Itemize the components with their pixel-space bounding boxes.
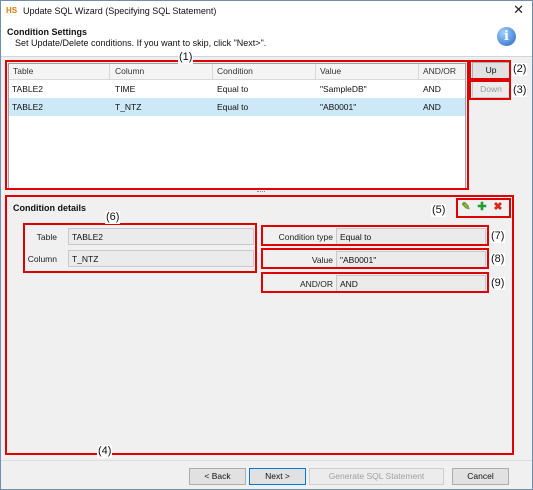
annotation-label-2: (2) (512, 63, 528, 76)
generate-sql-button[interactable]: Generate SQL Statement (309, 468, 444, 485)
info-icon: i (497, 27, 516, 46)
title-bar: HS Update SQL Wizard (Specifying SQL Sta… (1, 1, 532, 21)
cancel-button[interactable]: Cancel (452, 468, 509, 485)
page-subtitle: Set Update/Delete conditions. If you wan… (15, 38, 267, 48)
annotation-box-2 (469, 60, 511, 80)
window-title: Update SQL Wizard (Specifying SQL Statem… (23, 6, 217, 16)
header-panel: Condition Settings Set Update/Delete con… (1, 21, 532, 55)
back-button[interactable]: < Back (189, 468, 246, 485)
close-icon[interactable]: ✕ (513, 3, 524, 17)
annotation-box-1 (5, 60, 469, 190)
annotation-box-7 (261, 225, 489, 246)
annotation-label-1: (1) (178, 51, 194, 64)
annotation-label-5: (5) (431, 204, 447, 217)
annotation-box-3 (469, 80, 511, 100)
annotation-label-6: (6) (105, 211, 121, 224)
next-button[interactable]: Next > (249, 468, 306, 485)
annotation-box-6 (23, 223, 257, 273)
annotation-box-5 (456, 198, 511, 218)
footer-bar: < Back Next > Generate SQL Statement Can… (1, 460, 532, 489)
page-title: Condition Settings (7, 27, 87, 37)
annotation-label-3: (3) (512, 84, 528, 97)
annotation-label-9: (9) (490, 277, 506, 290)
annotation-label-4: (4) (97, 445, 113, 458)
annotation-label-7: (7) (490, 230, 506, 243)
annotation-box-9 (261, 272, 489, 293)
annotation-label-8: (8) (490, 253, 506, 266)
app-logo-icon: HS (6, 6, 18, 15)
annotation-box-8 (261, 248, 489, 269)
wizard-window: HS Update SQL Wizard (Specifying SQL Sta… (0, 0, 533, 490)
